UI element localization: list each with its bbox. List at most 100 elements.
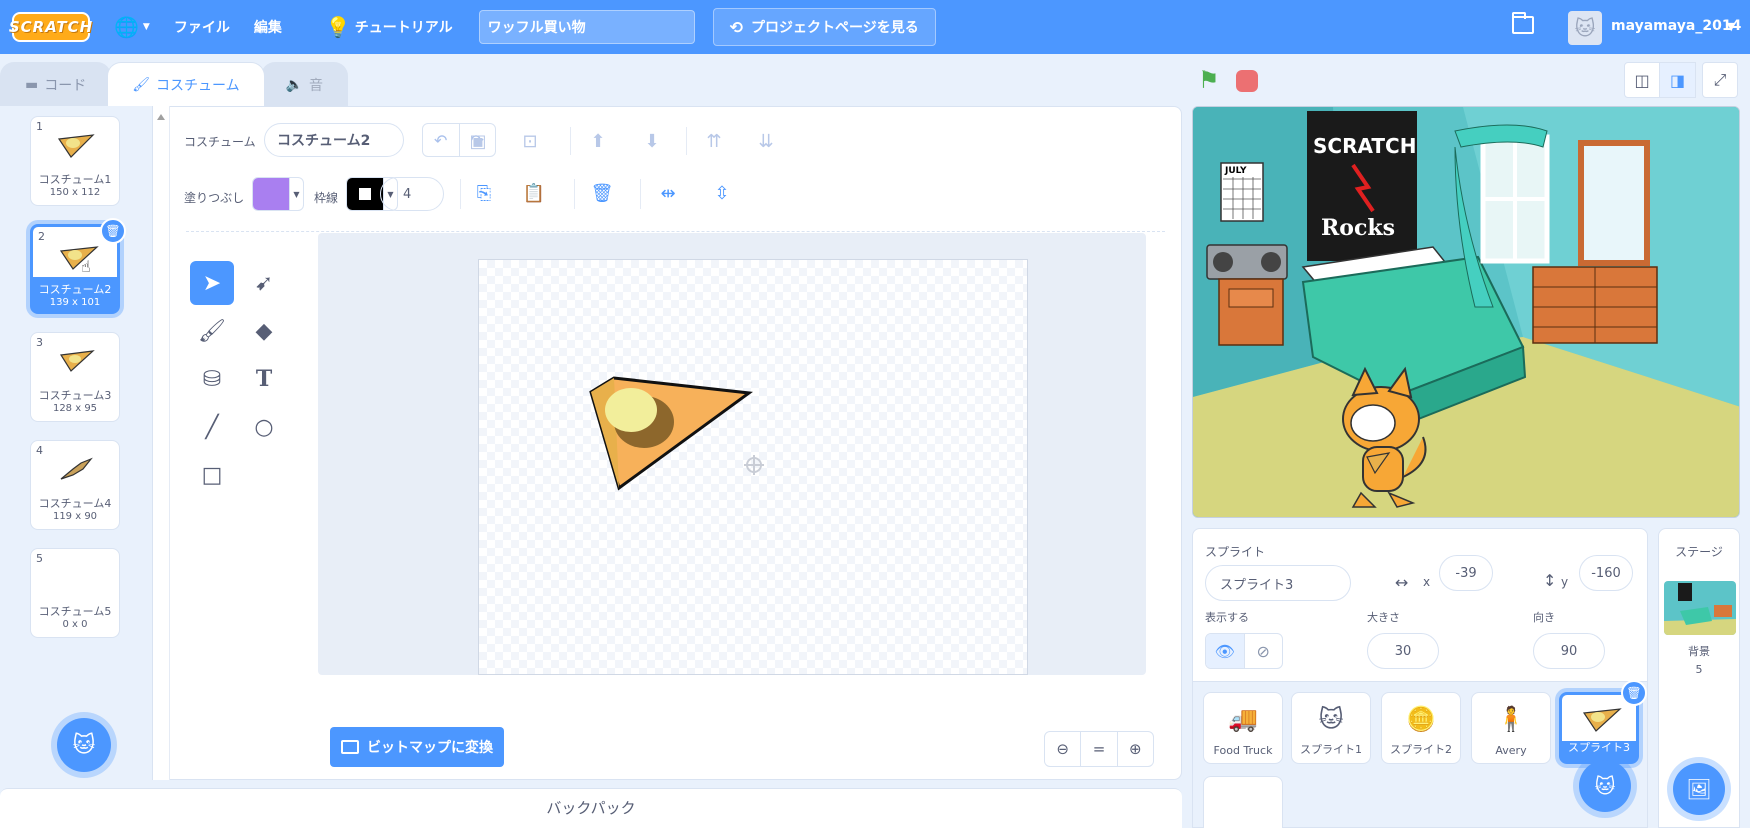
circle-tool-icon[interactable]: ○ [242, 405, 286, 449]
outline-swatch [347, 178, 383, 210]
flip-vertical-icon[interactable]: ⇳ [706, 177, 738, 209]
waffle-icon [1582, 708, 1622, 732]
costume-number: 3 [36, 336, 43, 349]
convert-label: ビットマップに変換 [367, 740, 493, 756]
waffle-thumbnail [59, 350, 95, 372]
outline-width-input[interactable]: 4 [380, 177, 444, 211]
size-input[interactable]: 30 [1367, 633, 1439, 669]
project-title-input[interactable]: ワッフル買い物 [478, 10, 695, 44]
front-icon[interactable]: ⇈ [698, 125, 730, 157]
backdrop-label: 背景 [1688, 645, 1710, 658]
costume-size: 119 x 90 [52, 511, 98, 522]
flip-horizontal-icon[interactable]: ⇹ [652, 177, 684, 209]
user-chevron-down-icon[interactable]: ▼ [1727, 20, 1735, 33]
large-stage-icon[interactable]: ◨ [1660, 62, 1696, 98]
delete-sprite-button[interactable]: 🗑 [1621, 680, 1647, 706]
toolbar-divider [186, 231, 1165, 232]
add-costume-button[interactable]: 🐱 [57, 718, 111, 772]
scratch-logo[interactable]: SCRATCH [9, 12, 92, 42]
convert-to-bitmap-button[interactable]: ビットマップに変換 [330, 727, 504, 767]
tab-costumes[interactable]: 🖌 コスチューム [107, 62, 265, 106]
group-icon[interactable]: ▣ [462, 125, 494, 157]
stop-icon[interactable] [1236, 70, 1258, 92]
file-menu[interactable]: ファイル [162, 0, 242, 54]
eye-icon[interactable]: 👁 [1206, 634, 1245, 668]
forward-icon[interactable]: ⬆ [582, 125, 614, 157]
edit-menu[interactable]: 編集 [242, 0, 294, 54]
folder-icon[interactable] [1512, 12, 1534, 34]
artboard[interactable] [478, 259, 1028, 675]
cat-icon: 🐱 [1318, 705, 1344, 733]
delete-costume-button[interactable]: 🗑 [100, 218, 126, 244]
add-sprite-button[interactable]: 🐱 [1579, 760, 1631, 812]
text-tool-icon[interactable]: T [242, 357, 286, 401]
green-flag-icon[interactable]: ⚑ [1198, 68, 1222, 92]
zoom-reset-icon[interactable]: = [1081, 732, 1118, 766]
editor-tabs: ▬ コード 🖌 コスチューム 🔈 音 [0, 62, 349, 106]
costume-number: 2 [38, 230, 45, 243]
delete-icon[interactable]: 🗑 [586, 177, 618, 209]
see-project-icon: ⟲ [729, 17, 744, 37]
zoom-in-icon[interactable]: ⊕ [1118, 732, 1153, 766]
divider [570, 127, 571, 155]
poster-scratch-text: SCRATCH [1313, 134, 1416, 158]
fullscreen-icon[interactable]: ⤢ [1702, 62, 1738, 98]
avatar[interactable]: 🐱 [1568, 11, 1602, 45]
tab-sounds[interactable]: 🔈 音 [260, 62, 349, 106]
brush-tool-icon[interactable]: 🖌 [190, 309, 234, 353]
visibility-toggle: 👁 ⊘ [1205, 633, 1283, 669]
tab-code[interactable]: ▬ コード [0, 62, 112, 106]
costume-item[interactable]: 4 コスチューム4 119 x 90 [30, 440, 120, 530]
rectangle-tool-icon[interactable]: □ [190, 453, 234, 497]
add-backdrop-button[interactable]: 🖼 [1673, 763, 1725, 815]
username[interactable]: mayamaya_2014 [1611, 18, 1741, 34]
costume-item[interactable]: 5 コスチューム5 0 x 0 [30, 548, 120, 638]
see-project-page-button[interactable]: ⟲ プロジェクトページを見る [712, 8, 936, 46]
direction-input[interactable]: 90 [1533, 633, 1605, 669]
backdrop-thumbnail[interactable] [1664, 581, 1736, 635]
costume-item[interactable]: 1 コスチューム1 150 x 112 [30, 116, 120, 206]
line-tool-icon[interactable]: ╱ [190, 405, 234, 449]
scroll-up-icon[interactable] [157, 114, 165, 120]
backward-icon[interactable]: ⬇ [636, 125, 668, 157]
undo-icon[interactable]: ↶ [423, 124, 460, 156]
select-tool-icon[interactable]: ➤ [190, 261, 234, 305]
costume-item[interactable]: 3 コスチューム3 128 x 95 [30, 332, 120, 422]
sprite-tile-sprite1[interactable]: 🐱 スプライト1 [1291, 692, 1371, 764]
size-label: 大きさ [1367, 611, 1400, 624]
food-truck-icon: 🚚 [1228, 705, 1258, 733]
waffle-drawing [589, 376, 764, 491]
bedroom-backdrop: SCRATCH Rocks JULY [1193, 107, 1739, 517]
costume-name-input[interactable]: コスチューム2 [264, 123, 404, 157]
sprite-tile-avery[interactable]: 🧍 Avery [1471, 692, 1551, 764]
x-input[interactable]: -39 [1439, 555, 1493, 591]
costume-list-scrollbar[interactable] [153, 106, 170, 780]
ungroup-icon[interactable]: ⊡ [514, 125, 546, 157]
eye-slash-icon[interactable]: ⊘ [1245, 634, 1283, 668]
costume-list: 1 コスチューム1 150 x 112 2 ☝ コスチューム2 139 x 10… [0, 106, 153, 780]
eraser-tool-icon[interactable]: ◆ [242, 309, 286, 353]
zoom-out-icon[interactable]: ⊖ [1045, 732, 1082, 766]
sprite-tile-sprite2[interactable]: 🪙 スプライト2 [1381, 692, 1461, 764]
sprite-name: スプライト1 [1300, 743, 1362, 756]
fill-label: 塗りつぶし [184, 191, 245, 205]
y-input[interactable]: -160 [1579, 555, 1633, 591]
tutorial-menu[interactable]: 💡 チュートリアル [314, 0, 465, 54]
sprite-tile-food-truck[interactable]: 🚚 Food Truck [1203, 692, 1283, 764]
stage-pane[interactable]: ステージ 背景 5 🖼 [1658, 528, 1740, 828]
stage[interactable]: SCRATCH Rocks JULY [1192, 106, 1740, 518]
costume-size: 0 x 0 [62, 619, 88, 630]
sprite-name-input[interactable]: スプライト3 [1205, 565, 1351, 601]
paste-icon[interactable]: 📋 [518, 177, 550, 209]
reshape-tool-icon[interactable]: ➹ [242, 261, 286, 305]
copy-icon[interactable]: ⎘ [468, 177, 500, 209]
backpack[interactable]: バックパック [0, 788, 1182, 828]
language-menu[interactable]: 🌐 ▼ [102, 0, 162, 54]
divider [686, 127, 687, 155]
chevron-down-icon: ▼ [289, 178, 303, 210]
small-stage-icon[interactable]: ◫ [1624, 62, 1660, 98]
costume-label: コスチューム [184, 135, 256, 149]
fill-tool-icon[interactable]: ⛁ [190, 357, 234, 401]
fill-color-picker[interactable]: ▼ [252, 177, 304, 211]
back-icon[interactable]: ⇊ [750, 125, 782, 157]
